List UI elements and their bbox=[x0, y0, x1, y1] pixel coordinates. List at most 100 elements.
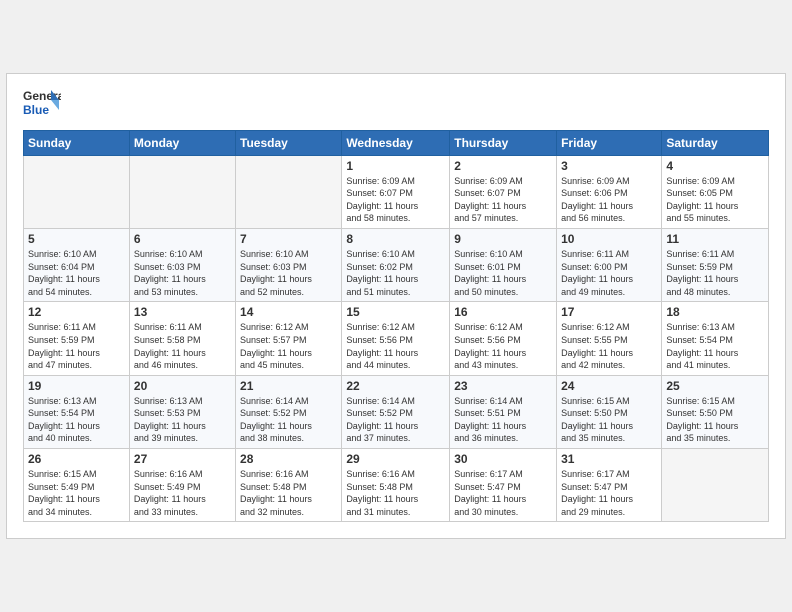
day-info: Sunrise: 6:09 AM Sunset: 6:06 PM Dayligh… bbox=[561, 175, 657, 225]
day-cell: 6 Sunrise: 6:10 AM Sunset: 6:03 PM Daylig… bbox=[129, 228, 235, 301]
day-cell: 25Sunrise: 6:15 AM Sunset: 5:50 PM Dayli… bbox=[662, 375, 769, 448]
day-number: 15 bbox=[346, 305, 445, 319]
weekday-header-saturday: Saturday bbox=[662, 130, 769, 155]
day-cell: 13 Sunrise: 6:11 AM Sunset: 5:58 PM Dayli… bbox=[129, 302, 235, 375]
day-info: Sunrise: 6:11 AM Sunset: 5:59 PM Dayligh… bbox=[28, 321, 125, 371]
logo-icon: GeneralBlue bbox=[23, 86, 61, 122]
week-row-4: 19Sunrise: 6:13 AM Sunset: 5:54 PM Dayli… bbox=[24, 375, 769, 448]
day-number: 12 bbox=[28, 305, 125, 319]
day-number: 31 bbox=[561, 452, 657, 466]
day-cell: 21Sunrise: 6:14 AM Sunset: 5:52 PM Dayli… bbox=[236, 375, 342, 448]
day-info: Sunrise: 6:14 AM Sunset: 5:52 PM Dayligh… bbox=[346, 395, 445, 445]
day-info: Sunrise: 6:15 AM Sunset: 5:49 PM Dayligh… bbox=[28, 468, 125, 518]
day-info: Sunrise: 6:12 AM Sunset: 5:57 PM Dayligh… bbox=[240, 321, 337, 371]
day-cell: 26 Sunrise: 6:15 AM Sunset: 5:49 PM Dayli… bbox=[24, 449, 130, 522]
day-info: Sunrise: 6:17 AM Sunset: 5:47 PM Dayligh… bbox=[454, 468, 552, 518]
day-number: 8 bbox=[346, 232, 445, 246]
day-info: Sunrise: 6:16 AM Sunset: 5:49 PM Dayligh… bbox=[134, 468, 231, 518]
day-number: 14 bbox=[240, 305, 337, 319]
day-cell: 14 Sunrise: 6:12 AM Sunset: 5:57 PM Dayli… bbox=[236, 302, 342, 375]
week-row-5: 26 Sunrise: 6:15 AM Sunset: 5:49 PM Dayli… bbox=[24, 449, 769, 522]
day-number: 18 bbox=[666, 305, 764, 319]
day-cell: 20Sunrise: 6:13 AM Sunset: 5:53 PM Dayli… bbox=[129, 375, 235, 448]
day-cell bbox=[24, 155, 130, 228]
day-info: Sunrise: 6:11 AM Sunset: 5:59 PM Dayligh… bbox=[666, 248, 764, 298]
svg-text:Blue: Blue bbox=[23, 103, 49, 117]
weekday-header-monday: Monday bbox=[129, 130, 235, 155]
day-info: Sunrise: 6:17 AM Sunset: 5:47 PM Dayligh… bbox=[561, 468, 657, 518]
day-number: 9 bbox=[454, 232, 552, 246]
day-cell: 28Sunrise: 6:16 AM Sunset: 5:48 PM Dayli… bbox=[236, 449, 342, 522]
day-cell: 23 Sunrise: 6:14 AM Sunset: 5:51 PM Dayli… bbox=[450, 375, 557, 448]
day-info: Sunrise: 6:12 AM Sunset: 5:56 PM Dayligh… bbox=[346, 321, 445, 371]
day-number: 29 bbox=[346, 452, 445, 466]
day-cell: 11 Sunrise: 6:11 AM Sunset: 5:59 PM Dayli… bbox=[662, 228, 769, 301]
week-row-2: 5Sunrise: 6:10 AM Sunset: 6:04 PM Daylig… bbox=[24, 228, 769, 301]
day-info: Sunrise: 6:10 AM Sunset: 6:01 PM Dayligh… bbox=[454, 248, 552, 298]
day-info: Sunrise: 6:12 AM Sunset: 5:55 PM Dayligh… bbox=[561, 321, 657, 371]
day-cell: 31 Sunrise: 6:17 AM Sunset: 5:47 PM Dayli… bbox=[557, 449, 662, 522]
weekday-header-friday: Friday bbox=[557, 130, 662, 155]
day-cell: 15 Sunrise: 6:12 AM Sunset: 5:56 PM Dayli… bbox=[342, 302, 450, 375]
day-cell bbox=[129, 155, 235, 228]
weekday-header-thursday: Thursday bbox=[450, 130, 557, 155]
day-cell: 5Sunrise: 6:10 AM Sunset: 6:04 PM Daylig… bbox=[24, 228, 130, 301]
day-info: Sunrise: 6:09 AM Sunset: 6:07 PM Dayligh… bbox=[454, 175, 552, 225]
weekday-header-sunday: Sunday bbox=[24, 130, 130, 155]
day-info: Sunrise: 6:10 AM Sunset: 6:04 PM Dayligh… bbox=[28, 248, 125, 298]
day-number: 3 bbox=[561, 159, 657, 173]
day-cell: 3 Sunrise: 6:09 AM Sunset: 6:06 PM Daylig… bbox=[557, 155, 662, 228]
day-cell: 29 Sunrise: 6:16 AM Sunset: 5:48 PM Dayli… bbox=[342, 449, 450, 522]
day-info: Sunrise: 6:10 AM Sunset: 6:02 PM Dayligh… bbox=[346, 248, 445, 298]
day-info: Sunrise: 6:14 AM Sunset: 5:51 PM Dayligh… bbox=[454, 395, 552, 445]
day-number: 21 bbox=[240, 379, 337, 393]
day-number: 24 bbox=[561, 379, 657, 393]
weekday-header-tuesday: Tuesday bbox=[236, 130, 342, 155]
day-info: Sunrise: 6:10 AM Sunset: 6:03 PM Dayligh… bbox=[240, 248, 337, 298]
day-number: 26 bbox=[28, 452, 125, 466]
day-number: 27 bbox=[134, 452, 231, 466]
day-number: 4 bbox=[666, 159, 764, 173]
day-number: 1 bbox=[346, 159, 445, 173]
day-info: Sunrise: 6:11 AM Sunset: 5:58 PM Dayligh… bbox=[134, 321, 231, 371]
day-info: Sunrise: 6:15 AM Sunset: 5:50 PM Dayligh… bbox=[666, 395, 764, 445]
day-number: 10 bbox=[561, 232, 657, 246]
day-cell: 2Sunrise: 6:09 AM Sunset: 6:07 PM Daylig… bbox=[450, 155, 557, 228]
day-number: 13 bbox=[134, 305, 231, 319]
day-number: 6 bbox=[134, 232, 231, 246]
day-info: Sunrise: 6:11 AM Sunset: 6:00 PM Dayligh… bbox=[561, 248, 657, 298]
day-cell: 16 Sunrise: 6:12 AM Sunset: 5:56 PM Dayli… bbox=[450, 302, 557, 375]
day-cell: 9 Sunrise: 6:10 AM Sunset: 6:01 PM Daylig… bbox=[450, 228, 557, 301]
day-cell: 17Sunrise: 6:12 AM Sunset: 5:55 PM Dayli… bbox=[557, 302, 662, 375]
day-info: Sunrise: 6:10 AM Sunset: 6:03 PM Dayligh… bbox=[134, 248, 231, 298]
day-info: Sunrise: 6:15 AM Sunset: 5:50 PM Dayligh… bbox=[561, 395, 657, 445]
day-cell: 4 Sunrise: 6:09 AM Sunset: 6:05 PM Daylig… bbox=[662, 155, 769, 228]
week-row-1: 1 Sunrise: 6:09 AM Sunset: 6:07 PM Daylig… bbox=[24, 155, 769, 228]
day-number: 7 bbox=[240, 232, 337, 246]
weekday-header-wednesday: Wednesday bbox=[342, 130, 450, 155]
logo: GeneralBlue bbox=[23, 86, 61, 122]
day-number: 16 bbox=[454, 305, 552, 319]
day-number: 23 bbox=[454, 379, 552, 393]
weekday-header-row: SundayMondayTuesdayWednesdayThursdayFrid… bbox=[24, 130, 769, 155]
day-cell: 27 Sunrise: 6:16 AM Sunset: 5:49 PM Dayli… bbox=[129, 449, 235, 522]
day-cell: 8 Sunrise: 6:10 AM Sunset: 6:02 PM Daylig… bbox=[342, 228, 450, 301]
day-number: 11 bbox=[666, 232, 764, 246]
day-cell: 7 Sunrise: 6:10 AM Sunset: 6:03 PM Daylig… bbox=[236, 228, 342, 301]
day-cell: 18Sunrise: 6:13 AM Sunset: 5:54 PM Dayli… bbox=[662, 302, 769, 375]
day-cell: 24 Sunrise: 6:15 AM Sunset: 5:50 PM Dayli… bbox=[557, 375, 662, 448]
day-cell bbox=[662, 449, 769, 522]
day-cell: 12 Sunrise: 6:11 AM Sunset: 5:59 PM Dayli… bbox=[24, 302, 130, 375]
calendar-container: GeneralBlue SundayMondayTuesdayWednesday… bbox=[6, 73, 786, 540]
day-cell: 30 Sunrise: 6:17 AM Sunset: 5:47 PM Dayli… bbox=[450, 449, 557, 522]
day-cell: 10 Sunrise: 6:11 AM Sunset: 6:00 PM Dayli… bbox=[557, 228, 662, 301]
day-cell: 1Sunrise: 6:09 AM Sunset: 6:07 PM Daylig… bbox=[342, 155, 450, 228]
day-number: 28 bbox=[240, 452, 337, 466]
day-info: Sunrise: 6:12 AM Sunset: 5:56 PM Dayligh… bbox=[454, 321, 552, 371]
day-info: Sunrise: 6:09 AM Sunset: 6:05 PM Dayligh… bbox=[666, 175, 764, 225]
day-number: 30 bbox=[454, 452, 552, 466]
day-info: Sunrise: 6:13 AM Sunset: 5:53 PM Dayligh… bbox=[134, 395, 231, 445]
day-info: Sunrise: 6:16 AM Sunset: 5:48 PM Dayligh… bbox=[346, 468, 445, 518]
header: GeneralBlue bbox=[23, 86, 769, 122]
day-cell bbox=[236, 155, 342, 228]
